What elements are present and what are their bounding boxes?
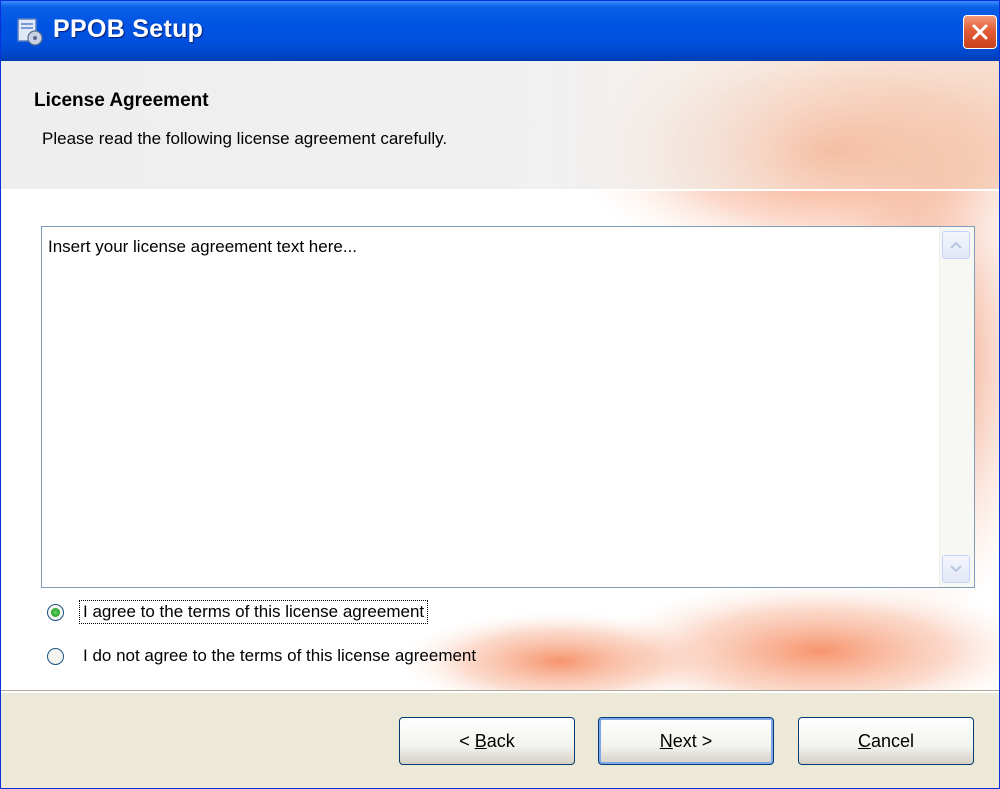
next-rest: ext > bbox=[672, 730, 713, 751]
close-icon bbox=[972, 24, 988, 40]
chevron-down-icon bbox=[950, 565, 962, 573]
license-text: Insert your license agreement text here.… bbox=[48, 237, 357, 256]
close-button[interactable] bbox=[963, 15, 997, 49]
scroll-up-button[interactable] bbox=[942, 231, 970, 259]
next-button[interactable]: Next > bbox=[598, 717, 774, 765]
radio-selected-dot bbox=[51, 607, 60, 617]
agree-option[interactable]: I agree to the terms of this license agr… bbox=[47, 600, 429, 624]
agree-radio[interactable] bbox=[47, 603, 64, 621]
disagree-option[interactable]: I do not agree to the terms of this lice… bbox=[47, 646, 478, 666]
back-button[interactable]: < Back bbox=[399, 717, 575, 765]
disagree-label[interactable]: I do not agree to the terms of this lice… bbox=[81, 646, 478, 666]
installer-icon bbox=[17, 18, 43, 46]
title-bar[interactable]: PPOB Setup bbox=[1, 1, 999, 61]
cancel-accel: C bbox=[857, 730, 871, 751]
setup-window: PPOB Setup License Agreement Please read… bbox=[0, 0, 1000, 789]
vertical-scrollbar[interactable] bbox=[939, 227, 974, 587]
dialog-content: License Agreement Please read the follow… bbox=[1, 61, 999, 691]
window-title: PPOB Setup bbox=[53, 15, 204, 43]
back-accel: B bbox=[474, 730, 487, 751]
back-prefix: < bbox=[459, 730, 475, 751]
page-title: License Agreement bbox=[34, 90, 209, 111]
page-header: License Agreement Please read the follow… bbox=[1, 61, 999, 189]
cancel-rest: ancel bbox=[870, 730, 915, 751]
agree-label[interactable]: I agree to the terms of this license agr… bbox=[78, 600, 429, 624]
license-textbox[interactable]: Insert your license agreement text here.… bbox=[41, 226, 975, 588]
page-subtitle: Please read the following license agreem… bbox=[42, 129, 448, 148]
chevron-up-icon bbox=[950, 241, 962, 249]
back-rest: ack bbox=[486, 730, 515, 751]
scroll-down-button[interactable] bbox=[942, 555, 970, 583]
button-bar: < Back Next > Cancel bbox=[1, 691, 999, 788]
next-accel: N bbox=[659, 730, 673, 751]
disagree-radio[interactable] bbox=[47, 647, 64, 665]
cancel-button[interactable]: Cancel bbox=[798, 717, 974, 765]
header-divider bbox=[1, 189, 999, 191]
